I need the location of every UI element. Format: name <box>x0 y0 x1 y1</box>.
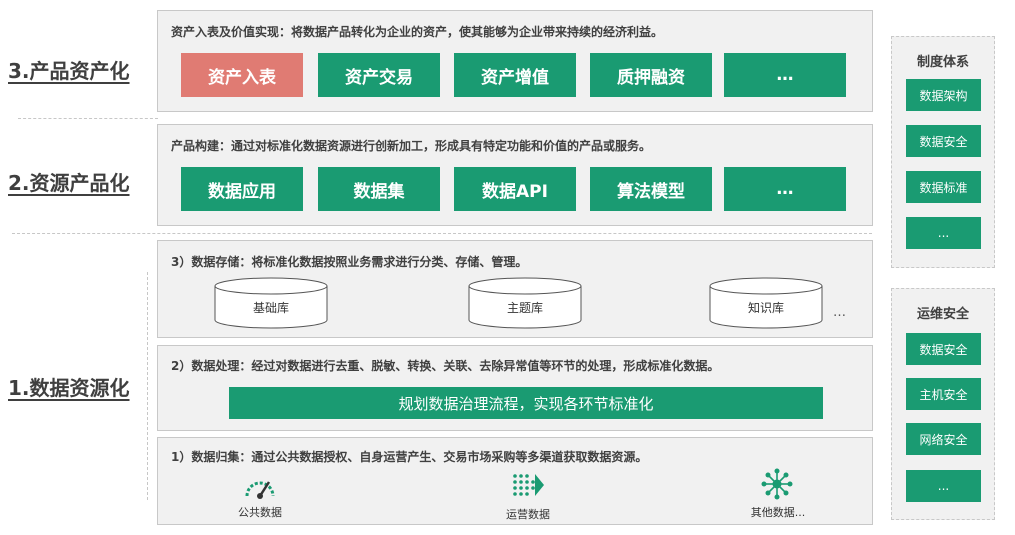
system-panel-title: 制度体系 <box>916 55 969 70</box>
ops-item-network-security[interactable]: 网络安全 <box>906 423 981 455</box>
asset-panel: 资产入表及价值实现：将数据产品转化为企业的资产，使其能够为企业带来持续的经济利益… <box>157 10 873 112</box>
level-title-product: 2.资源产品化 <box>8 171 130 195</box>
storage-panel: 3）数据存储：将标准化数据按照业务需求进行分类、存储、管理。 基础库 主题库 知… <box>157 240 873 338</box>
asset-appreciation-button[interactable]: 资产增值 <box>454 53 576 97</box>
source-operating-label: 运营数据 <box>506 508 550 521</box>
store-basic-label: 基础库 <box>252 301 289 315</box>
system-item-more[interactable]: ... <box>906 217 981 249</box>
source-public-label: 公共数据 <box>238 506 282 519</box>
data-api-button[interactable]: 数据API <box>454 167 576 211</box>
pledge-financing-button[interactable]: 质押融资 <box>590 53 712 97</box>
processing-description: 2）数据处理：经过对数据进行去重、脱敏、转换、关联、去除异常值等环节的处理，形成… <box>171 359 720 373</box>
collection-description: 1）数据归集：通过公共数据授权、自身运营产生、交易市场采购等多渠道获取数据资源。 <box>171 450 648 464</box>
store-topic-label: 主题库 <box>506 301 543 315</box>
ops-panel: 运维安全 数据安全 主机安全 网络安全 ... <box>891 288 995 520</box>
arrow-grid-icon <box>511 470 545 500</box>
product-more-button[interactable]: … <box>724 167 846 211</box>
store-basic: 基础库 <box>214 277 328 329</box>
source-other-label: 其他数据... <box>750 506 806 519</box>
dataset-button[interactable]: 数据集 <box>318 167 440 211</box>
store-knowledge-label: 知识库 <box>747 301 784 315</box>
store-more: … <box>833 305 846 320</box>
level-title-asset: 3.产品资产化 <box>8 59 130 83</box>
system-item-architecture[interactable]: 数据架构 <box>906 79 981 111</box>
system-item-security[interactable]: 数据安全 <box>906 125 981 157</box>
ops-item-more[interactable]: ... <box>906 470 981 502</box>
level-title-data: 1.数据资源化 <box>8 376 130 400</box>
collection-panel: 1）数据归集：通过公共数据授权、自身运营产生、交易市场采购等多渠道获取数据资源。… <box>157 437 873 525</box>
gauge-icon <box>243 472 277 502</box>
storage-description: 3）数据存储：将标准化数据按照业务需求进行分类、存储、管理。 <box>171 255 528 269</box>
system-panel: 制度体系 数据架构 数据安全 数据标准 ... <box>891 36 995 268</box>
store-knowledge: 知识库 <box>709 277 823 329</box>
ops-panel-title: 运维安全 <box>916 307 969 322</box>
asset-description: 资产入表及价值实现：将数据产品转化为企业的资产，使其能够为企业带来持续的经济利益… <box>171 25 664 39</box>
system-item-standard[interactable]: 数据标准 <box>906 171 981 203</box>
product-panel: 产品构建：通过对标准化数据资源进行创新加工，形成具有特定功能和价值的产品或服务。… <box>157 124 873 226</box>
ops-item-host-security[interactable]: 主机安全 <box>906 378 981 410</box>
level-separator <box>12 233 872 234</box>
network-icon <box>760 468 794 500</box>
level-bracket <box>147 272 157 500</box>
data-application-button[interactable]: 数据应用 <box>181 167 303 211</box>
product-description: 产品构建：通过对标准化数据资源进行创新加工，形成具有特定功能和价值的产品或服务。 <box>171 139 652 153</box>
processing-panel: 2）数据处理：经过对数据进行去重、脱敏、转换、关联、去除异常值等环节的处理，形成… <box>157 345 873 431</box>
asset-more-button[interactable]: … <box>724 53 846 97</box>
algorithm-model-button[interactable]: 算法模型 <box>590 167 712 211</box>
asset-booking-button[interactable]: 资产入表 <box>181 53 303 97</box>
governance-bar: 规划数据治理流程，实现各环节标准化 <box>229 387 823 419</box>
asset-trading-button[interactable]: 资产交易 <box>318 53 440 97</box>
ops-item-data-security[interactable]: 数据安全 <box>906 333 981 365</box>
level-separator <box>18 118 158 119</box>
store-topic: 主题库 <box>468 277 582 329</box>
